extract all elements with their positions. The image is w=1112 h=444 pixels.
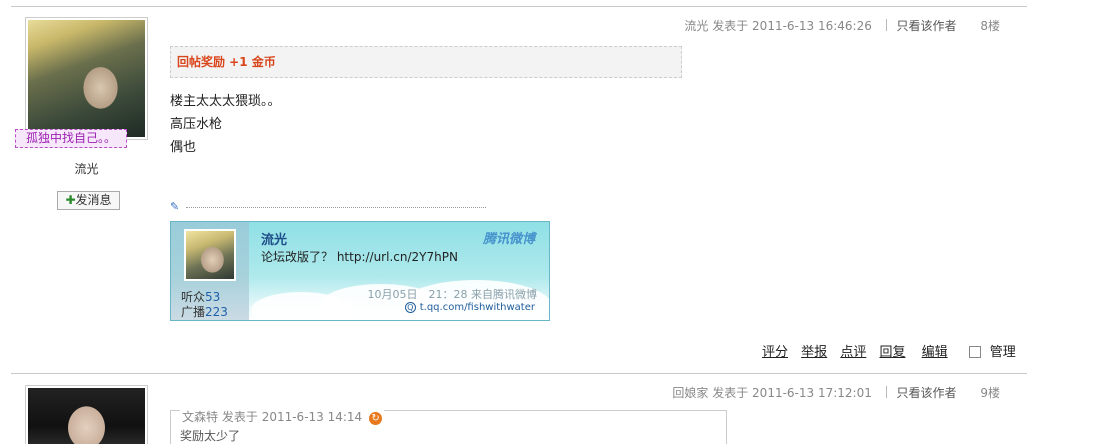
weibo-link-text: t.qq.com/fishwithwater bbox=[419, 302, 535, 313]
signature-divider: ✎ bbox=[170, 200, 488, 213]
weibo-text: 论坛改版了？ http://url.cn/2Y7hPN bbox=[261, 250, 458, 264]
top-divider bbox=[11, 6, 1027, 7]
listeners-count: 53 bbox=[205, 290, 221, 304]
only-author-link[interactable]: 只看该作者 bbox=[897, 386, 957, 400]
listeners-label: 听众 bbox=[181, 290, 206, 304]
content-line: 偶也 bbox=[170, 140, 197, 155]
weibo-brand-logo: 腾讯微博 bbox=[482, 232, 535, 247]
broadcasts-label: 广播 bbox=[181, 305, 206, 319]
broadcasts-stat: 广播223 bbox=[181, 303, 228, 320]
cloud-decoration bbox=[251, 292, 351, 320]
meta-separator bbox=[885, 19, 887, 31]
post-author-link[interactable]: 回娘家 bbox=[672, 386, 708, 400]
avatar-image bbox=[28, 20, 145, 137]
quote-block: 文森特 发表于 2011-6-13 14:14 ↻ 奖励太少了 bbox=[170, 408, 727, 444]
only-author-link[interactable]: 只看该作者 bbox=[897, 19, 957, 33]
weibo-time: 10月05日 21：28 来自腾讯微博 bbox=[367, 288, 537, 301]
post-actions: 评分 举报 点评 回复 编辑 管理 bbox=[762, 341, 1016, 360]
content-line: 高压水枪 bbox=[170, 117, 223, 132]
quote-author: 文森特 bbox=[182, 410, 219, 424]
content-line: 楼主太太太猥琐。。 bbox=[170, 94, 281, 109]
report-link[interactable]: 举报 bbox=[801, 345, 827, 360]
avatar[interactable] bbox=[25, 385, 148, 444]
comment-link[interactable]: 点评 bbox=[840, 345, 866, 360]
edit-link[interactable]: 编辑 bbox=[922, 345, 948, 360]
post-author-link[interactable]: 流光 bbox=[684, 19, 708, 33]
posted-label: 发表于 bbox=[712, 19, 749, 33]
floor-number: 8楼 bbox=[980, 19, 1000, 33]
reply-link[interactable]: 回复 bbox=[879, 345, 905, 360]
quote-text: 奖励太少了 bbox=[180, 429, 241, 443]
weibo-link[interactable]: Qt.qq.com/fishwithwater bbox=[404, 302, 535, 313]
post-meta: 回娘家 发表于 2011-6-13 17:12:01 只看该作者 9楼 bbox=[672, 384, 1000, 401]
manage-label: 管理 bbox=[989, 345, 1016, 360]
post-datetime: 2011-6-13 17:12:01 bbox=[752, 386, 872, 400]
weibo-avatar[interactable] bbox=[184, 229, 236, 281]
weibo-link-icon: Q bbox=[404, 302, 416, 313]
post-datetime: 2011-6-13 16:46:26 bbox=[752, 19, 872, 33]
quote-datetime: 2011-6-13 14:14 bbox=[261, 410, 363, 424]
post-meta: 流光 发表于 2011-6-13 16:46:26 只看该作者 8楼 bbox=[684, 17, 1000, 34]
post-divider bbox=[11, 373, 1027, 374]
quote-posted-label: 发表于 bbox=[221, 410, 258, 424]
send-message-label: 发消息 bbox=[75, 193, 112, 207]
dotted-line bbox=[186, 207, 486, 208]
rate-link[interactable]: 评分 bbox=[762, 345, 788, 360]
weibo-username[interactable]: 流光 bbox=[261, 229, 287, 248]
username[interactable]: 流光 bbox=[25, 160, 148, 177]
meta-separator bbox=[885, 386, 887, 398]
broadcasts-count: 223 bbox=[205, 305, 228, 319]
goto-original-icon[interactable]: ↻ bbox=[369, 412, 383, 425]
weibo-card[interactable]: 听众53 广播223 流光 腾讯微博 论坛改版了？ http://url.cn/… bbox=[170, 221, 550, 321]
avatar[interactable] bbox=[25, 17, 148, 140]
reply-reward-notice: 回帖奖励 +1 金币 bbox=[170, 46, 682, 78]
plus-icon: ✚ bbox=[65, 193, 76, 207]
send-message-button[interactable]: ✚发消息 bbox=[57, 191, 120, 210]
pen-icon: ✎ bbox=[170, 200, 180, 213]
quote-header: 文森特 发表于 2011-6-13 14:14 ↻ bbox=[180, 408, 385, 425]
post-content: 楼主太太太猥琐。。 高压水枪 偶也 bbox=[170, 90, 281, 159]
manage-checkbox[interactable] bbox=[968, 346, 981, 358]
floor-number: 9楼 bbox=[980, 386, 1000, 400]
avatar-image bbox=[28, 388, 145, 444]
signature-tag: 孤独中找自己。。 bbox=[15, 129, 127, 148]
posted-label: 发表于 bbox=[712, 386, 749, 400]
